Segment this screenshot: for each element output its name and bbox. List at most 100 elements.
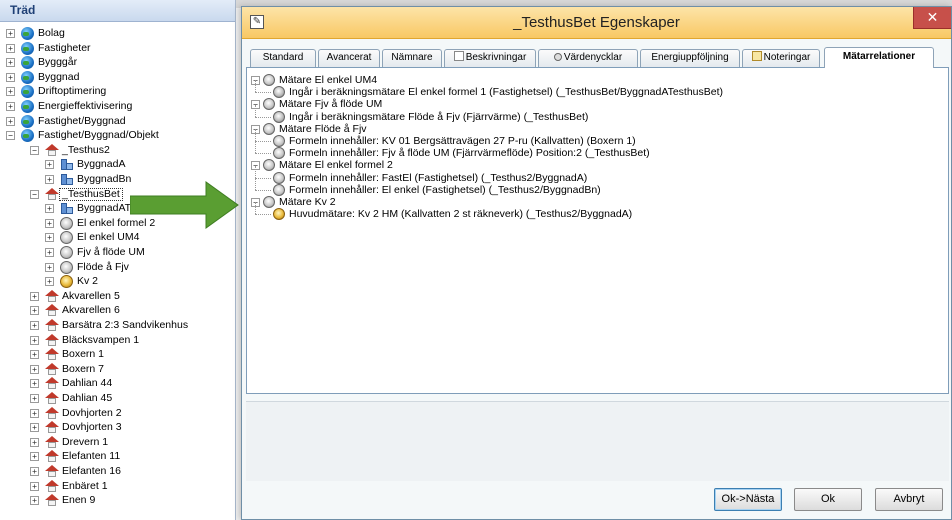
meter-icon: [60, 216, 73, 230]
expand-icon[interactable]: +: [30, 496, 39, 506]
dialog-titlebar[interactable]: ✎ _TesthusBet Egenskaper ✕: [242, 7, 951, 39]
tree-item[interactable]: + Bläcksvampen 1: [0, 333, 235, 347]
tree-item[interactable]: + Enen 9: [0, 494, 235, 507]
expand-icon[interactable]: +: [6, 102, 15, 111]
meter-icon: [263, 159, 275, 172]
expand-icon[interactable]: +: [30, 437, 39, 447]
meter-icon: [273, 135, 285, 147]
tree-item[interactable]: + Bygggår: [0, 56, 235, 70]
tree-connector: [255, 129, 256, 141]
expand-icon[interactable]: +: [30, 394, 39, 403]
meter-icon: [273, 147, 285, 160]
expand-icon[interactable]: +: [6, 58, 15, 68]
tree-connector: [255, 214, 271, 216]
tree-item[interactable]: − Fastighet/Byggnad/Objekt: [0, 129, 235, 143]
house-icon: [45, 494, 59, 507]
expand-icon[interactable]: +: [30, 321, 39, 330]
house-icon: [45, 421, 59, 434]
tree-item[interactable]: + Energieffektivisering: [0, 100, 235, 113]
collapse-icon[interactable]: −: [30, 145, 39, 155]
meter-relations-pane[interactable]: − Mätare El enkel UM4 Ingår i beräkningsmä…: [246, 67, 949, 394]
tree-item[interactable]: + Fjv å flöde UM: [0, 246, 235, 259]
globe-icon: [21, 114, 34, 128]
tab-standard[interactable]: Standard: [250, 49, 316, 67]
tree-item[interactable]: + Elefanten 11: [0, 450, 235, 463]
expand-icon[interactable]: +: [45, 233, 54, 243]
globe-icon: [21, 56, 34, 70]
expand-icon[interactable]: +: [6, 29, 15, 38]
tab-noteringar[interactable]: Noteringar: [742, 49, 820, 67]
tree-connector: [255, 104, 256, 117]
expand-icon[interactable]: +: [30, 306, 39, 316]
tree-item[interactable]: + Boxern 7: [0, 362, 235, 376]
tab-energiuppf-ljning[interactable]: Energiuppföljning: [640, 49, 740, 67]
expand-icon[interactable]: +: [6, 87, 15, 97]
tree-body[interactable]: + Bolag + Fastigheter + Bygggår + Byggnad + Drift…: [0, 24, 235, 520]
tab-avancerat[interactable]: Avancerat: [318, 49, 380, 67]
house-icon: [45, 479, 59, 493]
house-icon: [45, 392, 59, 405]
expand-icon[interactable]: +: [30, 467, 39, 476]
tree-item[interactable]: + El enkel UM4: [0, 231, 235, 245]
expand-icon[interactable]: +: [6, 72, 15, 82]
tree-item[interactable]: + Dovhjorten 2: [0, 406, 235, 420]
tree-item[interactable]: + Fastighet/Byggnad: [0, 114, 235, 128]
expand-icon[interactable]: +: [45, 160, 54, 170]
tree-item[interactable]: + Bolag: [0, 27, 235, 40]
tab-v-rdenycklar[interactable]: Värdenycklar: [538, 49, 638, 67]
tree-item[interactable]: + Barsätra 2:3 Sandvikenhus: [0, 319, 235, 332]
expand-icon[interactable]: +: [45, 262, 54, 272]
tree-item[interactable]: + Dovhjorten 3: [0, 421, 235, 434]
tree-item-label: Akvarellen 6: [62, 304, 120, 317]
tree-item[interactable]: + Enbäret 1: [0, 479, 235, 493]
collapse-icon[interactable]: −: [6, 131, 15, 141]
tree-item-label: Fastighet/Byggnad/Objekt: [38, 129, 159, 142]
tree-item-label: Kv 2: [77, 275, 99, 288]
collapse-icon[interactable]: −: [30, 189, 39, 199]
house-icon: [45, 465, 59, 478]
expand-icon[interactable]: +: [6, 43, 15, 53]
tree-item[interactable]: + Byggnad: [0, 70, 235, 84]
expand-icon[interactable]: +: [45, 175, 54, 184]
expand-icon[interactable]: +: [6, 116, 15, 126]
expand-icon[interactable]: +: [30, 335, 39, 345]
tree-item[interactable]: + Boxern 1: [0, 348, 235, 361]
globe-icon: [21, 129, 34, 143]
tree-item[interactable]: + Akvarellen 6: [0, 304, 235, 317]
expand-icon[interactable]: +: [30, 350, 39, 360]
expand-icon[interactable]: +: [30, 481, 39, 491]
tab-beskrivningar[interactable]: Beskrivningar: [444, 49, 536, 67]
document-icon: [453, 51, 464, 61]
tree-item[interactable]: + Fastigheter: [0, 41, 235, 55]
tree-connector: [255, 92, 271, 94]
tree-item[interactable]: + Driftoptimering: [0, 85, 235, 99]
expand-icon[interactable]: +: [45, 248, 54, 257]
expand-icon[interactable]: +: [45, 204, 54, 214]
tree-item[interactable]: − _Testhus2: [0, 143, 235, 157]
tree-item[interactable]: + ByggnadA: [0, 158, 235, 171]
expand-icon[interactable]: +: [30, 379, 39, 389]
tree-item-label: Dovhjorten 2: [62, 406, 122, 419]
tab-m-tarrelationer[interactable]: Mätarrelationer: [824, 47, 934, 68]
tree-item[interactable]: + Kv 2: [0, 275, 235, 289]
relation-node-label: Huvudmätare: Kv 2 HM (Kallvatten 2 st rä…: [289, 208, 633, 221]
expand-icon[interactable]: +: [30, 423, 39, 433]
ok-next-button[interactable]: Ok->Nästa: [714, 488, 782, 511]
expand-icon[interactable]: +: [30, 408, 39, 418]
tree-item[interactable]: + Elefanten 16: [0, 465, 235, 478]
meter-icon: [273, 171, 285, 184]
expand-icon[interactable]: +: [30, 452, 39, 462]
tree-item[interactable]: + Akvarellen 5: [0, 289, 235, 303]
tree-item[interactable]: + Flöde å Fjv: [0, 260, 235, 274]
tree-item[interactable]: + Dahlian 45: [0, 392, 235, 405]
tree-item[interactable]: + Drevern 1: [0, 435, 235, 449]
tree-item[interactable]: + Dahlian 44: [0, 377, 235, 390]
expand-icon[interactable]: +: [45, 218, 54, 228]
tab-n-mnare[interactable]: Nämnare: [382, 49, 442, 67]
ok-button[interactable]: Ok: [794, 488, 862, 511]
expand-icon[interactable]: +: [30, 291, 39, 301]
close-button[interactable]: ✕: [913, 7, 951, 29]
cancel-button[interactable]: Avbryt: [875, 488, 943, 511]
expand-icon[interactable]: +: [30, 364, 39, 374]
expand-icon[interactable]: +: [45, 277, 54, 287]
